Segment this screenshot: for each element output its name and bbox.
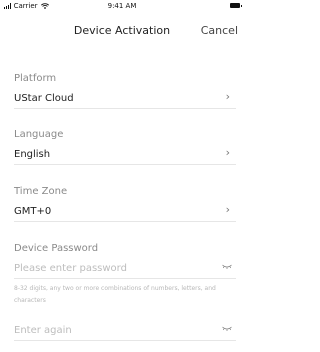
time-zone-field: Time Zone GMT+0 › bbox=[14, 185, 236, 222]
confirm-password-field: Enter again bbox=[14, 318, 236, 341]
platform-value: UStar Cloud bbox=[14, 93, 74, 104]
time-zone-label: Time Zone bbox=[14, 186, 68, 197]
battery-icon bbox=[230, 3, 242, 8]
password-placeholder: Please enter password bbox=[14, 263, 127, 274]
language-selector[interactable]: English › bbox=[14, 142, 236, 165]
eye-closed-icon[interactable] bbox=[222, 264, 232, 270]
language-label: Language bbox=[14, 129, 64, 140]
chevron-right-icon: › bbox=[225, 146, 230, 159]
time-zone-selector[interactable]: GMT+0 › bbox=[14, 199, 236, 222]
device-password-label: Device Password bbox=[14, 243, 99, 254]
device-password-field: Device Password Please enter password 8-… bbox=[14, 242, 236, 307]
platform-selector[interactable]: UStar Cloud › bbox=[14, 86, 236, 109]
confirm-password-input[interactable]: Enter again bbox=[14, 318, 236, 341]
status-bar-time: 9:41 AM bbox=[107, 2, 137, 10]
navigation-bar: Device Activation Cancel bbox=[0, 18, 244, 44]
time-zone-value: GMT+0 bbox=[14, 206, 52, 217]
password-input[interactable]: Please enter password bbox=[14, 256, 236, 279]
platform-label: Platform bbox=[14, 73, 57, 84]
language-value: English bbox=[14, 149, 51, 160]
language-field: Language English › bbox=[14, 128, 236, 165]
confirm-password-placeholder: Enter again bbox=[14, 325, 72, 336]
platform-field: Platform UStar Cloud › bbox=[14, 72, 236, 109]
eye-closed-icon[interactable] bbox=[222, 326, 232, 332]
chevron-right-icon: › bbox=[225, 90, 230, 103]
status-bar: Carrier 9:41 AM bbox=[0, 0, 244, 12]
cancel-button[interactable]: Cancel bbox=[201, 18, 238, 44]
password-hint: 8-32 digits, any two or more combination… bbox=[14, 285, 216, 304]
chevron-right-icon: › bbox=[225, 203, 230, 216]
